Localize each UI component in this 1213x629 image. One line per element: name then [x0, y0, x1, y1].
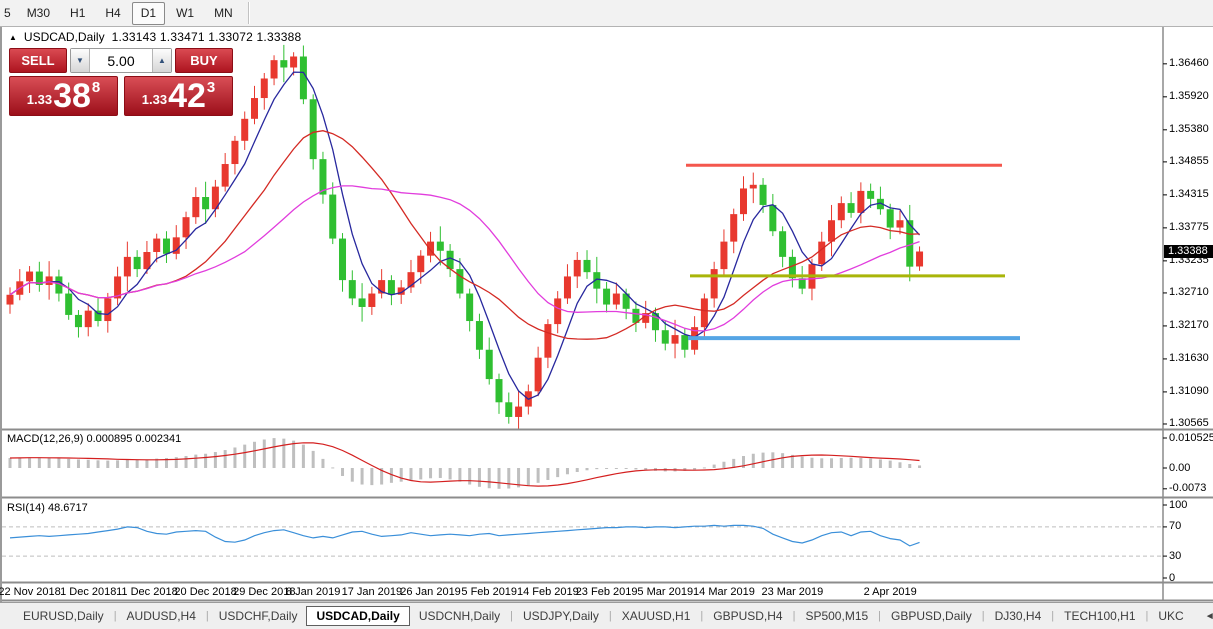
price-axis-label: 1.32710 [1169, 286, 1209, 299]
chart-symbol-title: USDCAD,Daily [23, 30, 105, 44]
price-axis-label: 1.31630 [1169, 352, 1209, 365]
price-axis-label: 1.35920 [1169, 90, 1209, 103]
volume-decrease-icon[interactable]: ▼ [71, 49, 90, 72]
symbol-tab-bar: EURUSD,Daily | AUDUSD,H4 | USDCHF,Daily USDCA… [0, 602, 1213, 629]
rsi-axis-label: 70 [1169, 520, 1182, 533]
symbol-tab-sp500[interactable]: SP500,M15 [796, 606, 877, 626]
current-price-marker: 1.33388 [1164, 245, 1213, 258]
toolbar-separator [247, 2, 250, 24]
volume-value[interactable]: 5.00 [90, 49, 152, 72]
timeframe-button-w1[interactable]: W1 [167, 2, 203, 25]
date-axis-label: 5 Feb 2019 [461, 586, 518, 598]
symbol-tab-audusd[interactable]: AUDUSD,H4 [118, 606, 205, 626]
tab-divider: | [981, 610, 985, 622]
symbol-tab-xauusd[interactable]: XAUUSD,H1 [613, 606, 700, 626]
timeframe-button-mn[interactable]: MN [205, 2, 242, 25]
sell-price-button[interactable]: 1.33 38 8 [9, 76, 118, 116]
rsi-indicator-label: RSI(14) 48.6717 [7, 502, 88, 514]
buy-button[interactable]: BUY [175, 48, 233, 73]
symbol-tab-gbpusd[interactable]: GBPUSD,Daily [882, 606, 981, 626]
sell-price-prefix: 1.33 [26, 92, 53, 107]
symbol-tab-usdchf[interactable]: USDCHF,Daily [210, 606, 307, 626]
tab-divider: | [608, 610, 612, 622]
symbol-tab-gbpusd[interactable]: GBPUSD,H4 [704, 606, 791, 626]
timeframe-button-h4[interactable]: H4 [96, 2, 129, 25]
price-axis-label: 1.34315 [1169, 188, 1209, 201]
chart-window[interactable]: ▲ USDCAD,Daily 1.33143 1.33471 1.33072 1… [0, 27, 1213, 602]
date-axis-label: 23 Feb 2019 [575, 586, 638, 598]
chart-title-row: ▲ USDCAD,Daily 1.33143 1.33471 1.33072 1… [9, 30, 301, 44]
buy-price-sup: 3 [206, 79, 216, 96]
macd-axis-label: 0.010525 [1169, 431, 1213, 444]
macd-indicator-label: MACD(12,26,9) 0.000895 0.002341 [7, 433, 182, 445]
sell-price-sup: 8 [91, 79, 101, 96]
price-axis-label: 1.31090 [1169, 385, 1209, 398]
price-axis-label: 1.34855 [1169, 155, 1209, 168]
rsi-layer [2, 524, 1163, 557]
date-axis-label: 22 Nov 2018 [0, 586, 61, 598]
symbol-tab-usdcad[interactable]: USDCAD,Daily [306, 606, 410, 626]
sell-button[interactable]: SELL [9, 48, 67, 73]
rsi-axis-label: 0 [1169, 571, 1176, 584]
tab-divider: | [878, 610, 882, 622]
macd-axis-label: 0.00 [1169, 461, 1191, 474]
symbol-tab-eurusd[interactable]: EURUSD,Daily [14, 606, 113, 626]
symbol-tab-usdjpy[interactable]: USDJPY,Daily [514, 606, 608, 626]
price-axis-label: 1.33775 [1169, 221, 1209, 234]
date-axis-label: 14 Mar 2019 [693, 586, 755, 598]
rsi-line [9, 524, 920, 547]
date-axis-label: 23 Mar 2019 [761, 586, 824, 598]
date-axis-label: 8 Jan 2019 [285, 586, 341, 598]
tab-divider: | [792, 610, 796, 622]
date-axis-label: 26 Jan 2019 [400, 586, 461, 598]
tab-divider: | [700, 610, 704, 622]
date-axis-label: 1 Dec 2018 [60, 586, 117, 598]
price-axis-label: 1.36460 [1169, 57, 1209, 70]
buy-price-prefix: 1.33 [141, 92, 168, 107]
price-axis-label: 1.32170 [1169, 319, 1209, 332]
symbol-tab-usdcnh[interactable]: USDCNH,Daily [410, 606, 509, 626]
timeframe-toolbar: 5 M30 H1 H4 D1 W1 MN [0, 0, 1213, 27]
timeframe-button-h1[interactable]: H1 [61, 2, 94, 25]
tab-divider: | [205, 610, 209, 622]
sell-price-big: 38 [53, 77, 91, 116]
date-axis-label: 17 Jan 2019 [341, 586, 403, 598]
collapse-panel-icon[interactable]: ▲ [9, 33, 17, 42]
date-axis-label: 2 Apr 2019 [863, 586, 917, 598]
symbol-tab-dj30[interactable]: DJ30,H4 [986, 606, 1051, 626]
buy-price-button[interactable]: 1.33 42 3 [124, 76, 233, 116]
date-axis-label: 11 Dec 2018 [116, 586, 178, 598]
date-axis-label: 5 Mar 2019 [637, 586, 694, 598]
date-axis-label: 14 Feb 2019 [517, 586, 579, 598]
rsi-axis-label: 100 [1169, 498, 1188, 511]
tab-scroll-controls: ◄► [1193, 611, 1213, 622]
macd-layer [8, 438, 922, 489]
price-axis-label: 1.35380 [1169, 123, 1209, 136]
tab-divider: | [510, 610, 514, 622]
timeframe-button-m30[interactable]: M30 [18, 2, 59, 25]
rsi-axis-label: 30 [1169, 549, 1182, 562]
volume-stepper: ▼ 5.00 ▲ [70, 48, 172, 73]
price-axis-label: 1.30565 [1169, 417, 1209, 430]
timeframe-button-d1[interactable]: D1 [131, 1, 166, 25]
tab-divider: | [113, 610, 117, 622]
one-click-trade-panel: SELL ▼ 5.00 ▲ BUY 1.33 38 8 1.33 42 3 [9, 48, 233, 116]
macd-axis-label: -0.0073 [1169, 482, 1207, 495]
buy-price-big: 42 [168, 77, 206, 116]
symbol-tab-tech100[interactable]: TECH100,H1 [1055, 606, 1144, 626]
timeframe-button-5[interactable]: 5 [2, 2, 16, 25]
tab-divider: | [1051, 610, 1055, 622]
volume-increase-icon[interactable]: ▲ [152, 49, 171, 72]
ohlc-values: 1.33143 1.33471 1.33072 1.33388 [111, 30, 302, 44]
tab-divider: | [1145, 610, 1149, 622]
date-axis-label: 20 Dec 2018 [174, 586, 237, 598]
tab-scroll-left-icon[interactable]: ◄ [1205, 611, 1213, 622]
symbol-tab-ukc[interactable]: UKC [1149, 606, 1192, 626]
